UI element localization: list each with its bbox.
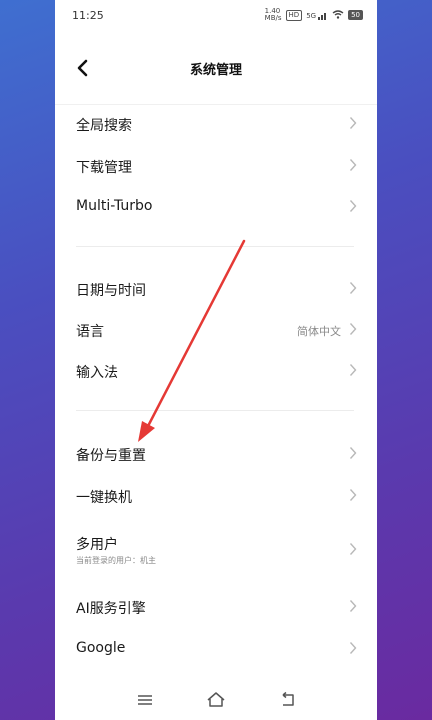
- phone-screen: 11:25 1.40 MB/s HD 5G 50 系统管理 全局搜索 下载管理 …: [55, 0, 377, 720]
- settings-item-label: 语言: [76, 324, 104, 340]
- settings-item-label: 备份与重置: [76, 448, 146, 464]
- settings-item-input-method[interactable]: 输入法: [55, 350, 377, 390]
- settings-item-label: Multi-Turbo: [76, 198, 153, 214]
- chevron-right-icon: [349, 600, 357, 612]
- chevron-right-icon: [349, 489, 357, 501]
- settings-item-phone-clone[interactable]: 一键换机: [55, 475, 377, 515]
- settings-item-backup-reset[interactable]: 备份与重置: [55, 433, 377, 473]
- signal-icon: 5G: [306, 11, 328, 20]
- settings-item-global-search[interactable]: 全局搜索: [55, 103, 377, 143]
- chevron-right-icon: [349, 200, 357, 212]
- status-time: 11:25: [72, 9, 104, 22]
- settings-item-multi-turbo[interactable]: Multi-Turbo: [55, 186, 377, 226]
- chevron-right-icon: [349, 323, 357, 335]
- wifi-icon: [332, 9, 344, 21]
- settings-item-label: 下载管理: [76, 160, 132, 176]
- settings-item-label: 全局搜索: [76, 118, 132, 134]
- settings-item-label: 日期与时间: [76, 283, 146, 299]
- settings-item-value: 简体中文: [297, 325, 341, 338]
- settings-item-subtitle: 当前登录的用户：机主: [76, 556, 156, 565]
- chevron-right-icon: [349, 159, 357, 171]
- settings-item-language[interactable]: 语言 简体中文: [55, 309, 377, 349]
- settings-item-label: Google: [76, 640, 126, 656]
- net-speed: 1.40 MB/s: [264, 7, 282, 22]
- settings-item-ai-service[interactable]: AI服务引擎: [55, 586, 377, 626]
- group-divider: [76, 410, 354, 411]
- chevron-right-icon: [349, 117, 357, 129]
- home-icon[interactable]: [205, 691, 227, 709]
- hd-icon: HD: [285, 9, 303, 21]
- page-title: 系统管理: [189, 63, 242, 78]
- settings-item-google[interactable]: Google: [55, 628, 377, 668]
- settings-item-date-time[interactable]: 日期与时间: [55, 268, 377, 308]
- chevron-right-icon: [349, 642, 357, 654]
- settings-item-label: 输入法: [76, 365, 118, 381]
- status-bar: 11:25 1.40 MB/s HD 5G 50: [55, 0, 377, 30]
- battery-icon: 50: [348, 10, 363, 20]
- settings-item-multi-user[interactable]: 多用户 当前登录的用户：机主: [55, 522, 377, 572]
- status-icons: 1.40 MB/s HD 5G 50: [265, 8, 363, 22]
- chevron-right-icon: [349, 282, 357, 294]
- settings-item-label: AI服务引擎: [76, 601, 146, 617]
- settings-item-label: 多用户: [76, 537, 118, 553]
- page-header: 系统管理: [55, 40, 377, 96]
- back-icon[interactable]: [277, 691, 299, 709]
- chevron-right-icon: [349, 543, 357, 555]
- chevron-right-icon: [349, 364, 357, 376]
- settings-item-label: 一键换机: [76, 490, 132, 506]
- settings-item-download-manager[interactable]: 下载管理: [55, 145, 377, 185]
- group-divider: [76, 246, 354, 247]
- menu-icon[interactable]: [134, 691, 156, 709]
- navigation-bar: [55, 685, 377, 720]
- chevron-right-icon: [349, 447, 357, 459]
